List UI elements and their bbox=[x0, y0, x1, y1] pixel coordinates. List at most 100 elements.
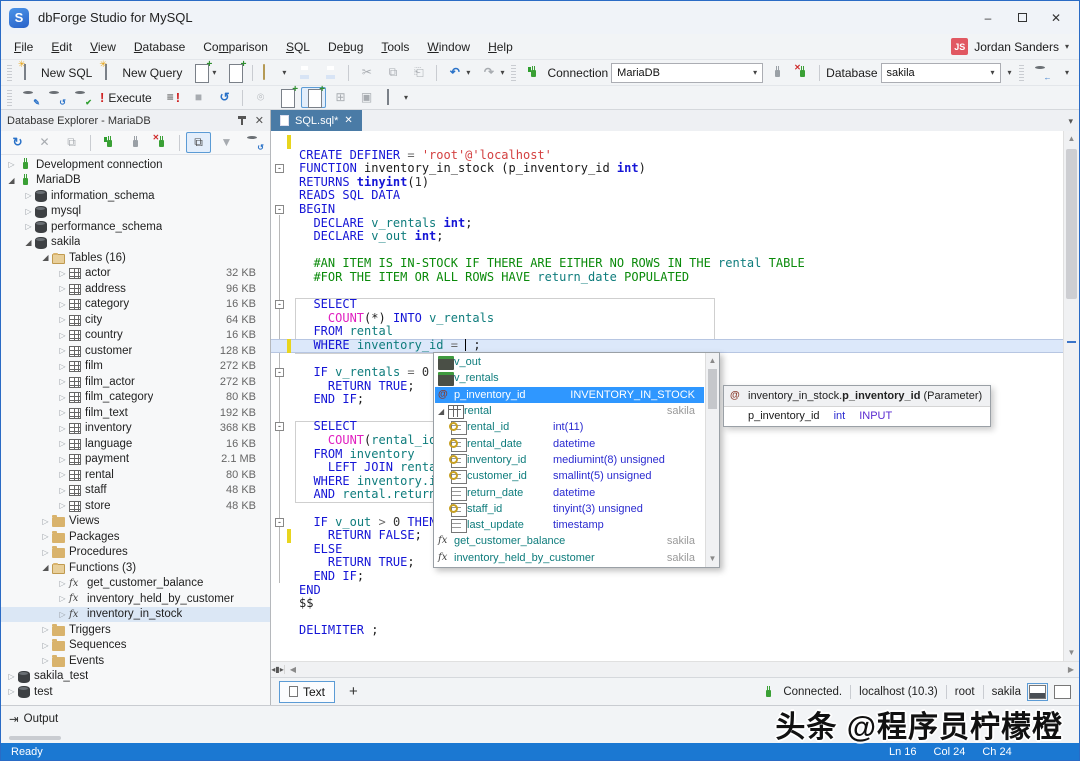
undo-button[interactable]: ↶▾ bbox=[443, 63, 474, 82]
code-line[interactable]: #FOR THE ITEM OR ALL ROWS HAVE return_da… bbox=[271, 271, 1063, 285]
open-in-new-tab-button[interactable] bbox=[275, 88, 298, 107]
code-line[interactable]: -BEGIN bbox=[271, 203, 1063, 217]
expander-icon[interactable]: ▷ bbox=[56, 362, 69, 371]
expander-icon[interactable]: ▷ bbox=[22, 207, 35, 216]
tree-item-information-schema[interactable]: ▷information_schema bbox=[1, 188, 270, 204]
expander-icon[interactable]: ▷ bbox=[39, 641, 52, 650]
code-line[interactable]: -FUNCTION inventory_in_stock (p_inventor… bbox=[271, 162, 1063, 176]
filter-button[interactable]: ▼ bbox=[215, 133, 238, 152]
output-tab[interactable]: ⇥ Output bbox=[9, 712, 58, 726]
fold-toggle-icon[interactable]: - bbox=[275, 300, 284, 309]
popup-scroll-thumb[interactable] bbox=[708, 369, 717, 409]
code-line[interactable]: DECLARE v_rentals int; bbox=[271, 217, 1063, 231]
expander-icon[interactable]: ▷ bbox=[56, 424, 69, 433]
expander-icon[interactable]: ▷ bbox=[56, 315, 69, 324]
tree-item-address[interactable]: ▷address96 KB bbox=[1, 281, 270, 297]
redo-button[interactable]: ↷▾ bbox=[477, 63, 508, 82]
expander-icon[interactable]: ▷ bbox=[56, 486, 69, 495]
autocomplete-item-get_customer_balance[interactable]: fxget_customer_balancesakila bbox=[435, 533, 704, 549]
fold-toggle-icon[interactable]: - bbox=[275, 422, 284, 431]
tab-list-dropdown-icon[interactable]: ▾ bbox=[1062, 116, 1079, 131]
autocomplete-item-return_date[interactable]: return_datedatetime bbox=[435, 484, 704, 500]
tree-item-sequences[interactable]: ▷Sequences bbox=[1, 638, 270, 654]
code-line[interactable]: READS SQL DATA bbox=[271, 189, 1063, 203]
menu-comparison[interactable]: Comparison bbox=[194, 37, 277, 57]
validate-object-button[interactable]: ✔ bbox=[70, 88, 93, 107]
minimize-button[interactable]: – bbox=[973, 7, 1003, 29]
server-name[interactable]: localhost (10.3) bbox=[859, 686, 938, 698]
tree-item-inventory-held-by-customer[interactable]: ▷fxinventory_held_by_customer bbox=[1, 591, 270, 607]
expander-icon[interactable]: ▷ bbox=[56, 408, 69, 417]
code-line[interactable]: COUNT(*) INTO v_rentals bbox=[271, 312, 1063, 326]
tree-item-development-connection[interactable]: ▷Development connection bbox=[1, 157, 270, 173]
current-database[interactable]: sakila bbox=[992, 686, 1021, 698]
results-pane-toggle-off[interactable] bbox=[1054, 685, 1071, 699]
menu-window[interactable]: Window bbox=[418, 37, 479, 57]
expander-icon[interactable]: ▷ bbox=[56, 393, 69, 402]
scroll-thumb[interactable] bbox=[1066, 149, 1077, 299]
tree-item-payment[interactable]: ▷payment2.1 MB bbox=[1, 452, 270, 468]
edit-database-object-button[interactable]: ✎ bbox=[18, 88, 41, 107]
database-select[interactable]: sakila▾ bbox=[881, 63, 1001, 83]
tree-item-actor[interactable]: ▷actor32 KB bbox=[1, 266, 270, 282]
tree-item-tables-16-[interactable]: ◢Tables (16) bbox=[1, 250, 270, 266]
tree-item-sakila[interactable]: ◢sakila bbox=[1, 235, 270, 251]
scroll-left-icon[interactable]: ◀ bbox=[285, 665, 301, 674]
code-line[interactable]: #AN ITEM IS IN-STOCK IF THERE ARE EITHER… bbox=[271, 257, 1063, 271]
cut-button[interactable]: ✂ bbox=[355, 63, 378, 82]
expander-icon[interactable]: ▷ bbox=[39, 625, 52, 634]
new-connection-plug-button[interactable] bbox=[522, 63, 544, 82]
code-line[interactable]: WHERE inventory_id = ; bbox=[271, 339, 1063, 353]
fold-toggle-icon[interactable]: - bbox=[275, 164, 284, 173]
autocomplete-item-rental_id[interactable]: rental_idint(11) bbox=[435, 419, 704, 435]
autocomplete-item-v_rentals[interactable]: v_rentals bbox=[435, 370, 704, 386]
expander-icon[interactable]: ▷ bbox=[56, 300, 69, 309]
login-user[interactable]: root bbox=[955, 686, 975, 698]
tab-sql-document[interactable]: SQL.sql* ✕ bbox=[271, 110, 362, 131]
expander-icon[interactable]: ▷ bbox=[56, 610, 69, 619]
expander-icon[interactable]: ▷ bbox=[5, 687, 18, 696]
tree-item-language[interactable]: ▷language16 KB bbox=[1, 436, 270, 452]
menu-help[interactable]: Help bbox=[479, 37, 522, 57]
refresh-object-button[interactable]: ↺ bbox=[44, 88, 67, 107]
menu-file[interactable]: File bbox=[5, 37, 42, 57]
expander-icon[interactable]: ▷ bbox=[39, 517, 52, 526]
new-connection-button[interactable] bbox=[223, 63, 246, 82]
menu-sql[interactable]: SQL bbox=[277, 37, 319, 57]
export-button[interactable]: ▾ bbox=[381, 88, 412, 107]
menu-tools[interactable]: Tools bbox=[372, 37, 418, 57]
connect-button[interactable] bbox=[766, 63, 788, 82]
expander-icon[interactable]: ◢ bbox=[5, 176, 18, 185]
tree-item-mariadb[interactable]: ◢MariaDB bbox=[1, 173, 270, 189]
expander-icon[interactable]: ◢ bbox=[39, 563, 52, 572]
expander-icon[interactable]: ▷ bbox=[39, 548, 52, 557]
execute-button[interactable]: !Execute bbox=[96, 88, 156, 107]
pin-results-button[interactable] bbox=[301, 87, 326, 108]
tree-item-category[interactable]: ▷category16 KB bbox=[1, 297, 270, 313]
popup-scroll-up-icon[interactable]: ▲ bbox=[706, 353, 719, 369]
tree-item-country[interactable]: ▷country16 KB bbox=[1, 328, 270, 344]
refresh-explorer-button[interactable]: ↻ bbox=[6, 133, 29, 152]
explorer-new-connection-button[interactable] bbox=[98, 133, 120, 152]
duplicate-object-button[interactable]: ⧉ bbox=[60, 133, 83, 152]
code-line[interactable]: RETURNS tinyint(1) bbox=[271, 176, 1063, 190]
expander-icon[interactable]: ▷ bbox=[5, 672, 18, 681]
code-line[interactable]: FROM rental bbox=[271, 325, 1063, 339]
fold-toggle-icon[interactable]: - bbox=[275, 518, 284, 527]
code-line[interactable]: CREATE DEFINER = 'root'@'localhost' bbox=[271, 149, 1063, 163]
user-avatar[interactable]: JS bbox=[951, 38, 968, 55]
show-system-objects-button[interactable]: ⧉ bbox=[186, 132, 211, 153]
expander-icon[interactable]: ▷ bbox=[56, 377, 69, 386]
expander-icon[interactable]: ▷ bbox=[56, 455, 69, 464]
explorer-disconnect-button[interactable]: ✕ bbox=[150, 133, 172, 152]
delete-object-button[interactable]: ✕ bbox=[33, 133, 56, 152]
autocomplete-item-inventory_id[interactable]: inventory_idmediumint(8) unsigned bbox=[435, 452, 704, 468]
menu-view[interactable]: View bbox=[81, 37, 125, 57]
autocomplete-item-v_out[interactable]: v_out bbox=[435, 354, 704, 370]
expander-icon[interactable]: ▷ bbox=[22, 222, 35, 231]
popup-scrollbar[interactable]: ▲ ▼ bbox=[705, 353, 719, 567]
save-button[interactable] bbox=[293, 63, 316, 82]
tree-item-city[interactable]: ▷city64 KB bbox=[1, 312, 270, 328]
paste-button[interactable]: ⎗ bbox=[407, 63, 430, 82]
database-options-caret[interactable]: ▾ bbox=[1004, 66, 1016, 79]
